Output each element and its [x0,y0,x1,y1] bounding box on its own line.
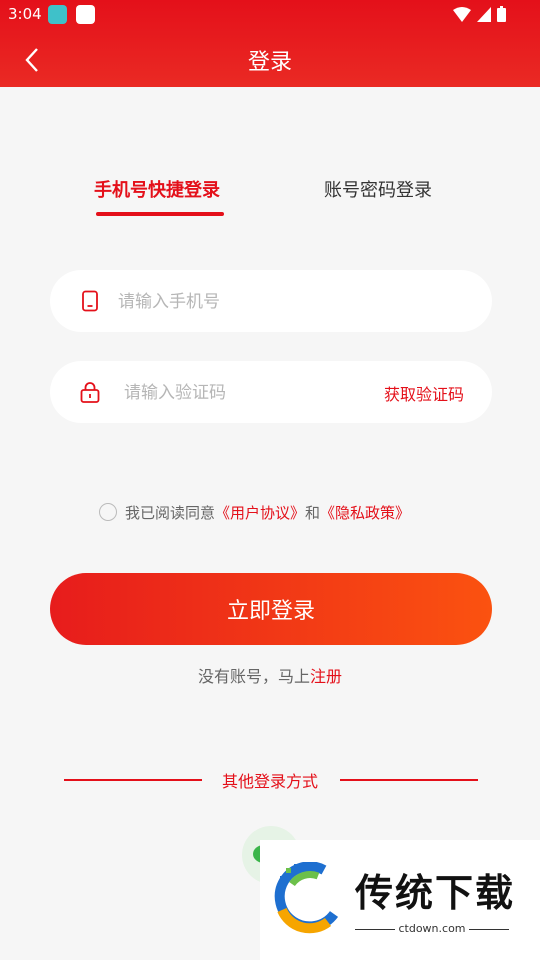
header-bar: 3:04 登录 [0,0,540,87]
divider-right [340,779,478,781]
other-login-divider: 其他登录方式 [0,768,540,792]
register-row: 没有账号，马上注册 [0,663,540,687]
phone-field [50,270,492,334]
agreement-prefix: 我已阅读同意 [125,503,216,522]
status-time: 3:04 [8,5,42,23]
watermark-title: 传统下载 [355,871,516,915]
status-icons [453,6,506,22]
nav-bar: 登录 [0,30,540,87]
tab-phone-login[interactable]: 手机号快捷登录 [94,176,220,202]
agreement-and: 和 [305,503,321,522]
register-link[interactable]: 注册 [310,667,342,686]
code-input[interactable] [122,361,346,425]
privacy-policy-link[interactable]: 《隐私政策》 [320,502,410,523]
register-prefix: 没有账号，马上 [197,667,310,686]
agreement-checkbox[interactable] [99,503,117,521]
app-notification-icon [48,5,67,24]
get-code-button[interactable]: 获取验证码 [384,381,464,405]
login-tabs: 手机号快捷登录 账号密码登录 [0,170,540,220]
signal-icon [477,6,491,22]
tab-password-login[interactable]: 账号密码登录 [324,176,432,202]
watermark: 传统下载 ctdown.com [260,840,540,960]
page-title: 登录 [247,50,292,75]
agreement-row: 我已阅读同意 《用户协议》 和 《隐私政策》 [99,500,410,524]
user-agreement-link[interactable]: 《用户协议》 [215,502,305,523]
phone-icon [82,290,98,312]
lock-icon [80,382,100,403]
phone-input[interactable] [116,270,470,334]
code-field: 获取验证码 [50,361,492,425]
login-button[interactable]: 立即登录 [50,573,492,645]
status-bar: 3:04 [0,0,540,30]
tab-underline [96,212,224,216]
watermark-domain: ctdown.com [355,922,509,935]
watermark-logo-icon [274,862,339,934]
wifi-icon [453,6,471,22]
app-notification-icon-2 [76,5,95,24]
battery-icon [497,6,506,22]
